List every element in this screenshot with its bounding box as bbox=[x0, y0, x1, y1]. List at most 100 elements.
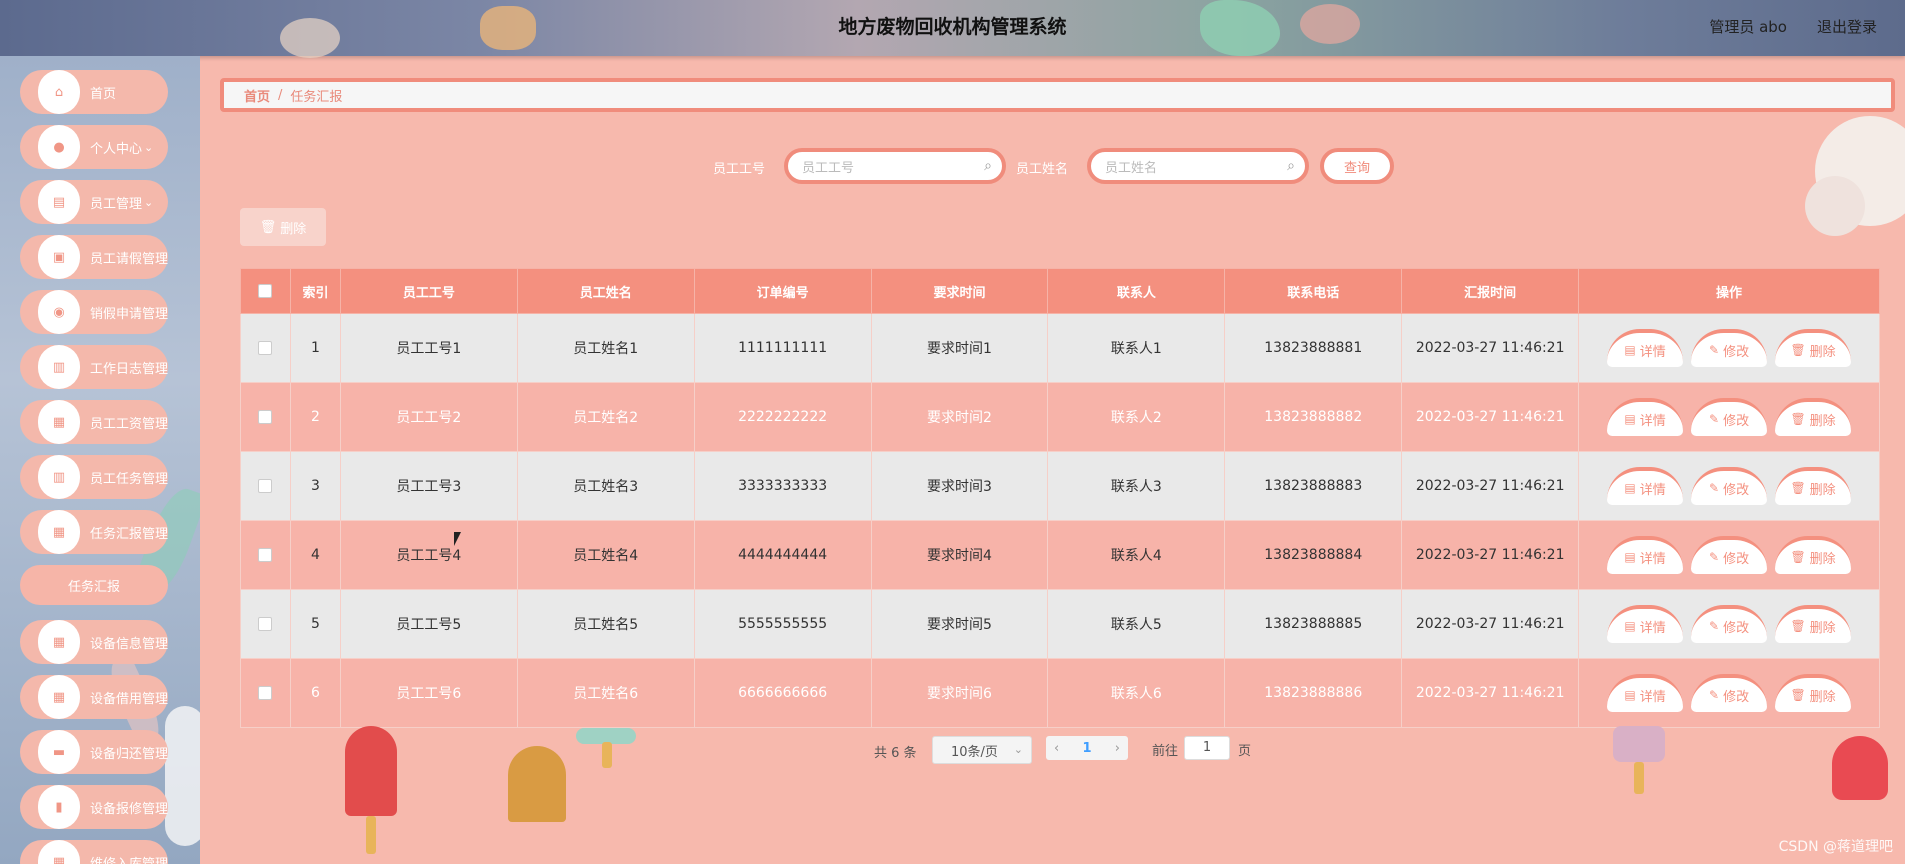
emp-no-label: 员工工号 bbox=[713, 162, 766, 177]
cell-req-time: 要求时间6 bbox=[870, 658, 1049, 728]
cell-order-no: 4444444444 bbox=[693, 520, 872, 590]
trash-icon: 🗑 bbox=[259, 219, 277, 235]
cell-report-time: 2022-03-27 11:46:21 bbox=[1401, 313, 1580, 383]
current-page-number[interactable]: 1 bbox=[1082, 741, 1091, 756]
page-suffix-label: 页 bbox=[1238, 744, 1252, 759]
logout-link[interactable]: 退出登录 bbox=[1817, 16, 1877, 37]
query-button[interactable]: 查询 bbox=[1320, 148, 1394, 184]
detail-button[interactable]: ▤ 详情 bbox=[1607, 467, 1684, 505]
trash-icon: 🗑 bbox=[1790, 688, 1806, 702]
detail-button-label: 详情 bbox=[1639, 689, 1666, 705]
row-checkbox[interactable] bbox=[258, 479, 273, 493]
sidebar-item[interactable]: ▦ 设备信息管理 bbox=[20, 620, 168, 664]
delete-button-label: 删除 bbox=[1809, 689, 1836, 705]
sidebar-item-label: 员工管理 bbox=[90, 196, 143, 212]
row-checkbox[interactable] bbox=[258, 341, 273, 355]
detail-button[interactable]: ▤ 详情 bbox=[1607, 605, 1684, 643]
edit-button[interactable]: ✎ 修改 bbox=[1691, 605, 1768, 643]
emp-name-label: 员工姓名 bbox=[1016, 162, 1069, 177]
cell-select bbox=[240, 451, 291, 521]
sidebar-item[interactable]: ▦ 员工工资管理 bbox=[20, 400, 168, 444]
detail-button[interactable]: ▤ 详情 bbox=[1607, 329, 1684, 367]
cell-phone: 13823888885 bbox=[1224, 589, 1403, 659]
delete-button-label: 删除 bbox=[1809, 344, 1836, 360]
cell-order-no: 1111111111 bbox=[693, 313, 872, 383]
sidebar-item[interactable]: ⌂ 首页 bbox=[20, 70, 168, 114]
breadcrumb-separator: / bbox=[278, 87, 283, 103]
sidebar-item[interactable]: ● 个人中心 ⌄ bbox=[20, 125, 168, 169]
page-size-select[interactable]: 10条/页 ⌄ bbox=[932, 736, 1032, 764]
trash-icon: 🗑 bbox=[1790, 550, 1806, 564]
sidebar-item-label: 维修入库管理 bbox=[89, 856, 168, 864]
col-header-req-time: 要求时间 bbox=[870, 268, 1049, 314]
grid-icon: ▦ bbox=[38, 840, 80, 864]
delete-button[interactable]: 🗑 删除 bbox=[1775, 536, 1852, 574]
chat-icon: ▬ bbox=[38, 730, 80, 774]
sidebar-item-label: 个人中心 bbox=[90, 141, 143, 157]
row-checkbox[interactable] bbox=[258, 410, 273, 424]
detail-button-label: 详情 bbox=[1639, 482, 1666, 498]
edit-button-label: 修改 bbox=[1723, 551, 1750, 567]
edit-button[interactable]: ✎ 修改 bbox=[1691, 329, 1768, 367]
cell-report-time: 2022-03-27 11:46:21 bbox=[1401, 589, 1580, 659]
delete-button[interactable]: 🗑 删除 bbox=[1775, 674, 1852, 712]
sidebar-item-label: 销假申请管理 bbox=[89, 306, 168, 322]
delete-button[interactable]: 🗑 删除 bbox=[1775, 398, 1852, 436]
select-all-checkbox[interactable] bbox=[258, 284, 273, 298]
trash-icon: 🗑 bbox=[1790, 412, 1806, 426]
edit-button[interactable]: ✎ 修改 bbox=[1691, 674, 1768, 712]
row-checkbox[interactable] bbox=[258, 548, 273, 562]
batch-delete-label: 删除 bbox=[280, 221, 307, 237]
cell-actions: ▤ 详情 ✎ 修改 🗑 删除 bbox=[1578, 658, 1880, 728]
detail-button[interactable]: ▤ 详情 bbox=[1607, 398, 1684, 436]
sidebar-item[interactable]: ▦ 设备借用管理 bbox=[20, 675, 168, 719]
sidebar-item[interactable]: ▦ 维修入库管理 bbox=[20, 840, 168, 864]
sidebar-subitem[interactable]: 任务汇报 bbox=[20, 565, 168, 605]
grid-icon: ▦ bbox=[38, 675, 80, 719]
edit-button[interactable]: ✎ 修改 bbox=[1691, 398, 1768, 436]
row-checkbox[interactable] bbox=[258, 686, 273, 700]
sidebar-item[interactable]: ▣ 员工请假管理 bbox=[20, 235, 168, 279]
next-page-icon[interactable]: › bbox=[1115, 741, 1120, 756]
delete-button[interactable]: 🗑 删除 bbox=[1775, 605, 1852, 643]
briefcase-icon: ▣ bbox=[38, 235, 80, 279]
edit-button[interactable]: ✎ 修改 bbox=[1691, 467, 1768, 505]
emp-name-input[interactable]: 员工姓名 ⌕ bbox=[1087, 148, 1309, 184]
cell-phone: 13823888883 bbox=[1224, 451, 1403, 521]
emp-no-input[interactable]: 员工工号 ⌕ bbox=[784, 148, 1006, 184]
sidebar-item-label: 工作日志管理 bbox=[89, 361, 168, 377]
delete-button-label: 删除 bbox=[1809, 482, 1836, 498]
sidebar-item-label: 首页 bbox=[90, 86, 117, 102]
sidebar-item[interactable]: ▤ 员工管理 ⌄ bbox=[20, 180, 168, 224]
sidebar: ⌂ 首页 ● 个人中心 ⌄ ▤ 员工管理 ⌄ ▣ 员工请假管理 ◉ 销假申请管理 ▥ 工作日志管理 ▦ 员工工… bbox=[0, 56, 200, 864]
trash-icon: 🗑 bbox=[1790, 481, 1806, 495]
cell-index: 4 bbox=[289, 520, 341, 590]
breadcrumb-home[interactable]: 首页 bbox=[244, 86, 270, 105]
goto-page-input[interactable]: 1 bbox=[1184, 736, 1230, 760]
sidebar-item[interactable]: ▥ 工作日志管理 bbox=[20, 345, 168, 389]
detail-button[interactable]: ▤ 详情 bbox=[1607, 674, 1684, 712]
document-icon: ▤ bbox=[1624, 619, 1636, 633]
col-header-emp-no: 员工工号 bbox=[339, 268, 518, 314]
sidebar-item-label: 设备信息管理 bbox=[89, 636, 168, 652]
sidebar-item-label: 设备归还管理 bbox=[89, 746, 168, 762]
pencil-icon: ✎ bbox=[1709, 619, 1720, 633]
sidebar-item[interactable]: ▦ 任务汇报管理 bbox=[20, 510, 168, 554]
delete-button[interactable]: 🗑 删除 bbox=[1775, 329, 1852, 367]
sidebar-item[interactable]: ▥ 员工任务管理 bbox=[20, 455, 168, 499]
popsicle-decoration bbox=[345, 726, 397, 816]
sidebar-item[interactable]: ▬ 设备归还管理 bbox=[20, 730, 168, 774]
delete-button[interactable]: 🗑 删除 bbox=[1775, 467, 1852, 505]
row-checkbox[interactable] bbox=[258, 617, 273, 631]
edit-button[interactable]: ✎ 修改 bbox=[1691, 536, 1768, 574]
sidebar-item[interactable]: ▮ 设备报修管理 bbox=[20, 785, 168, 829]
page-size-value: 10条/页 bbox=[951, 744, 998, 760]
cell-index: 3 bbox=[289, 451, 341, 521]
detail-button[interactable]: ▤ 详情 bbox=[1607, 536, 1684, 574]
current-user: 管理员 abo bbox=[1709, 18, 1787, 36]
prev-page-icon[interactable]: ‹ bbox=[1054, 741, 1059, 756]
chart-icon: ▮ bbox=[38, 785, 80, 829]
chevron-down-icon: ⌄ bbox=[144, 195, 154, 209]
batch-delete-button[interactable]: 🗑 删除 bbox=[240, 208, 326, 246]
sidebar-item[interactable]: ◉ 销假申请管理 bbox=[20, 290, 168, 334]
